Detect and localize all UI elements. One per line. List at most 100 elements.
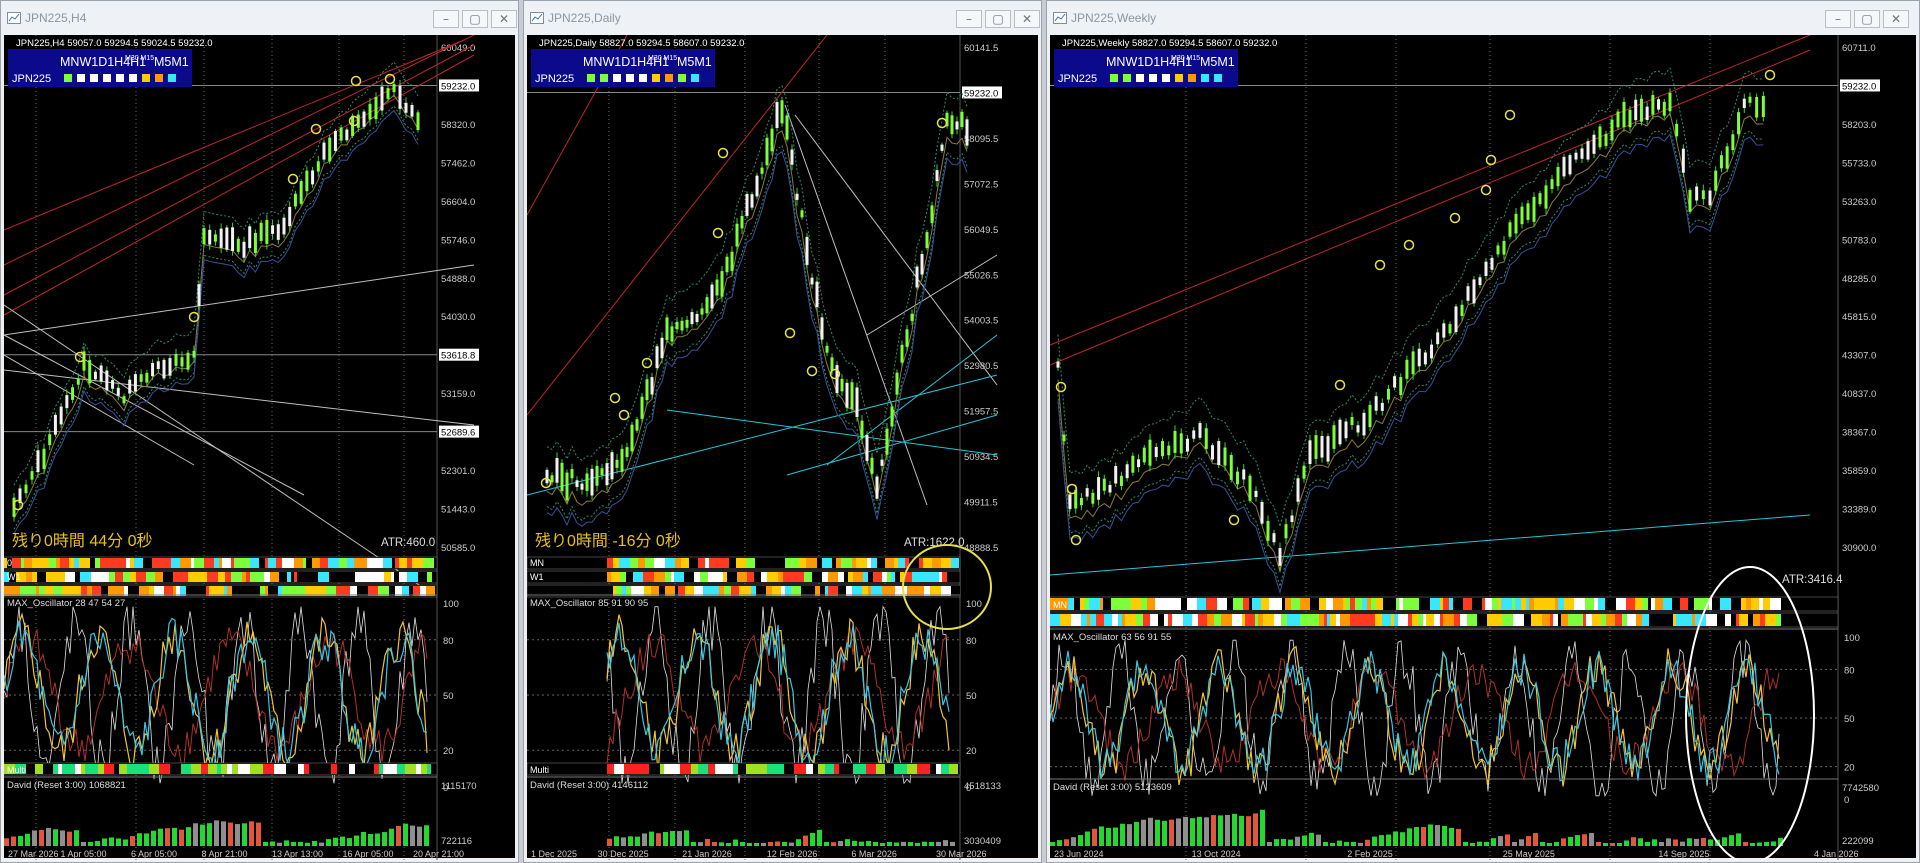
volume-bar [1288,839,1293,846]
signal-circle [1485,154,1497,166]
price-label: 60141.5 [964,43,998,54]
strip-cell [1242,614,1245,626]
strip-cell [1739,614,1748,626]
volume-bar [1197,816,1202,846]
close-button[interactable]: ✕ [491,10,517,28]
price-label: 53618.8 [441,351,475,362]
strip-cell [1585,598,1594,610]
volume-bar [102,838,107,846]
chart-area[interactable]: 60141.5 59232.0 58095.5 57072.5 56049.5 55026… [527,35,1040,860]
chart-window-weekly[interactable]: JPN225,Weekly – ▢ ✕ 60711.0 59232.0 58203.… [1046,0,1920,863]
multi-cell [281,764,286,774]
date-label: 1 Apr 05:00 [61,849,107,859]
david-level-label: 722116 [441,836,472,847]
minimize-button[interactable]: – [433,10,459,28]
multi-cell [936,764,941,774]
volume-bar [1694,838,1699,846]
multi-cell [853,764,866,774]
multi-cell [397,764,405,774]
signal-circle [806,365,818,377]
candle-body [99,365,103,382]
strip-cell [645,558,654,568]
multi-cell [733,764,738,774]
volume-bar [88,842,93,846]
window-titlebar[interactable]: JPN225,H4 – ▢ ✕ [1,1,518,35]
candle-body [700,308,704,315]
volume-bar [705,838,710,846]
price-chart-svg[interactable]: 60141.559232.058095.557072.556049.555026… [527,35,1040,860]
strip-cell [852,558,856,568]
maximize-button[interactable]: ▢ [462,10,488,28]
strip-cell [270,572,279,582]
minimize-button[interactable]: – [1825,10,1851,28]
strip-cell [1330,614,1336,626]
minimize-button[interactable]: – [956,10,982,28]
price-label: 48285.0 [1842,274,1876,285]
strip-cell [130,558,134,568]
strip-cell [1658,614,1667,626]
candle-body [1466,286,1470,301]
david-level-label: 1115170 [441,781,477,792]
chart-area[interactable]: 60049.0 59232.0 58320.0 57462.0 56604.0 55746… [4,35,517,860]
volume-bar [810,832,815,846]
volume-bar [389,828,394,846]
close-button[interactable]: ✕ [1883,10,1909,28]
trend-line-white [794,114,998,386]
multi-cell [379,764,383,774]
strip-cell [180,558,191,568]
maximize-button[interactable]: ▢ [1854,10,1880,28]
strip-cell [264,572,270,582]
candle-body [845,382,849,408]
price-chart-svg[interactable]: 60711.0 59232.0 58203.0 55733.0 53263.0 50783… [1050,35,1918,860]
candle-body [133,374,137,392]
window-titlebar[interactable]: JPN225,Weekly – ▢ ✕ [1047,1,1919,35]
strip-cell [1564,598,1574,610]
volume-bar [1260,809,1265,846]
strip-cell [1081,614,1087,626]
signal-circle [1066,483,1078,495]
strip-cell [134,558,143,568]
candle-body [870,457,874,474]
signal-circle [936,117,948,129]
volume-bar [1414,827,1419,846]
timeframe-status-square [155,74,163,82]
close-button[interactable]: ✕ [1014,10,1040,28]
chart-window-daily[interactable]: JPN225,Daily – ▢ ✕ 60141.5 59232.0 58095.5… [523,0,1042,863]
moving-average-line [1057,112,1764,574]
volume-bar [354,835,359,846]
volume-bar [1624,840,1629,846]
volume-bar [1442,825,1447,846]
timeframe-status-square [1214,74,1222,82]
date-label: 16 Apr 05:00 [343,849,394,859]
candle-body [735,223,739,247]
strip-cell [42,558,49,568]
maximize-button[interactable]: ▢ [985,10,1011,28]
multi-cell [738,764,746,774]
candle-body [755,175,759,197]
strip-cell [1197,598,1206,610]
candle-body [1186,438,1189,452]
strip-cell [347,558,354,568]
strip-cell [1136,614,1143,626]
strip-cell [287,572,291,582]
strip-cell [100,558,108,568]
candle-body [1610,119,1614,141]
volume-bar [712,842,717,846]
strip-cell [173,572,178,582]
price-chart-svg[interactable]: 60049.059232.058320.057462.056604.055746… [4,35,517,860]
timeframe-small-labels: M30 M15 [1171,55,1200,62]
moving-average-line [13,105,419,530]
multi-cell [127,764,133,774]
strip-cell [689,558,698,568]
volume-bar [726,843,731,846]
strip-cell [242,572,246,582]
chart-area[interactable]: 60711.0 59232.0 58203.0 55733.0 53263.0 50783… [1050,35,1918,860]
strip-cell [1622,614,1627,626]
window-titlebar[interactable]: JPN225,Daily – ▢ ✕ [524,1,1041,35]
multi-cell [75,764,81,774]
price-label: 56604.0 [441,197,475,208]
price-label: 40837.0 [1842,389,1876,400]
strip-cell [727,572,737,582]
chart-window-h4[interactable]: JPN225,H4 – ▢ ✕ 60049.0 59232.0 58320.0 574… [0,0,519,863]
candle-body [915,266,919,288]
